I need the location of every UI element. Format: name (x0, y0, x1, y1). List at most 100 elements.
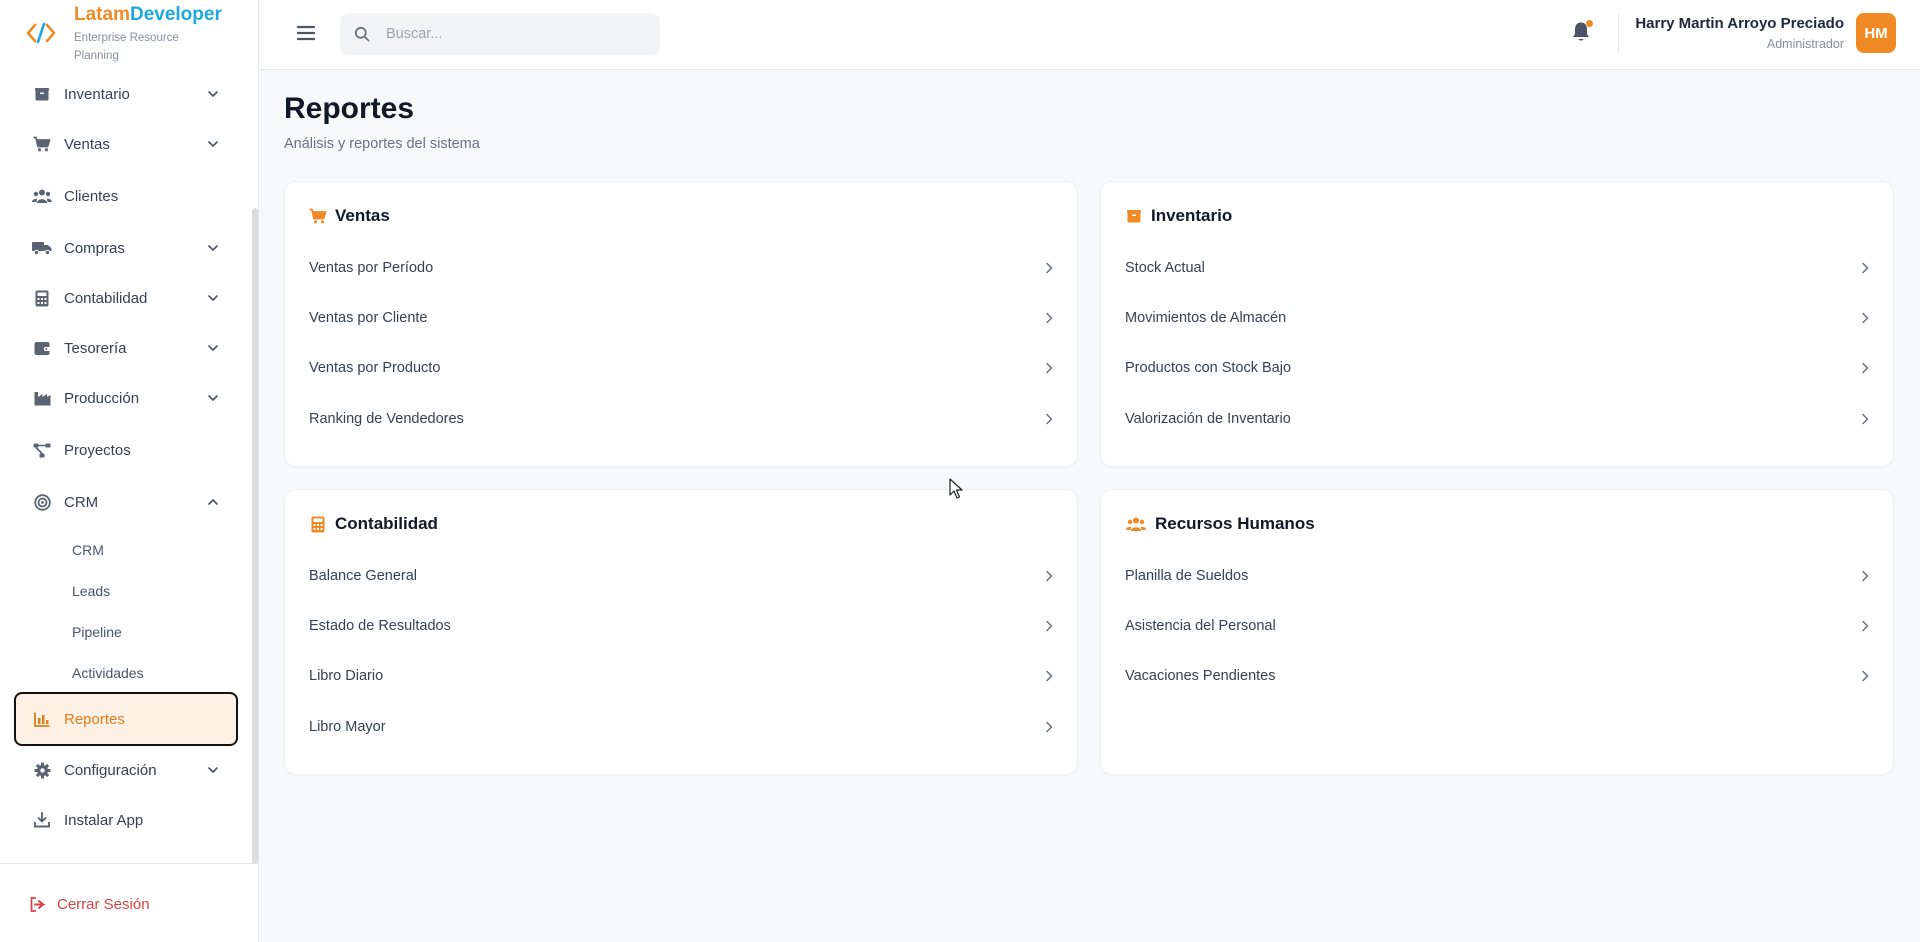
sidebar-item-inventario[interactable]: Inventario (14, 70, 238, 118)
chevron-right-icon (1862, 670, 1869, 682)
chevron-right-icon (1046, 570, 1053, 582)
calculator-icon (309, 515, 327, 533)
avatar[interactable]: HM (1856, 13, 1896, 53)
card-title: Ventas (335, 206, 390, 225)
sidebar-subitem-crm[interactable]: CRM (72, 542, 104, 558)
brand-logo-icon (26, 22, 56, 44)
report-link[interactable]: Libro Diario (309, 656, 1055, 696)
box-icon (32, 84, 52, 104)
report-card-inventario: Inventario Stock Actual Movimientos de A… (1100, 181, 1894, 467)
report-link-label: Movimientos de Almacén (1125, 310, 1287, 326)
target-icon (32, 492, 52, 512)
sidebar-item-label: Proyectos (64, 441, 131, 459)
chevron-right-icon (1046, 413, 1053, 425)
sidebar-item-compras[interactable]: Compras (14, 224, 238, 272)
gear-icon (32, 760, 52, 780)
truck-icon (32, 238, 52, 258)
cart-icon (309, 207, 327, 225)
search-input[interactable] (386, 13, 646, 55)
sidebar-subitem-leads[interactable]: Leads (72, 583, 110, 599)
search-box[interactable] (340, 13, 660, 55)
chevron-right-icon (1862, 362, 1869, 374)
user-name[interactable]: Harry Martin Arroyo Preciado (1635, 15, 1844, 32)
chevron-right-icon (1862, 262, 1869, 274)
report-link[interactable]: Ranking de Vendedores (309, 399, 1055, 439)
factory-icon (32, 388, 52, 408)
sidebar-item-clientes[interactable]: Clientes (14, 172, 238, 220)
logout-button[interactable]: Cerrar Sesión (30, 896, 150, 913)
users-icon (1125, 515, 1147, 533)
logout-section: Cerrar Sesión (0, 863, 259, 942)
chevron-down-icon (208, 141, 218, 147)
report-link[interactable]: Movimientos de Almacén (1125, 298, 1871, 338)
report-card-contabilidad: Contabilidad Balance General Estado de R… (284, 489, 1078, 775)
report-link-label: Valorización de Inventario (1125, 411, 1291, 427)
chevron-down-icon (208, 345, 218, 351)
chevron-right-icon (1862, 413, 1869, 425)
report-link[interactable]: Asistencia del Personal (1125, 606, 1871, 646)
report-link-label: Ventas por Cliente (309, 310, 428, 326)
header-divider (1618, 14, 1619, 54)
sidebar-item-instalar-app[interactable]: Instalar App (14, 796, 238, 844)
sidebar-item-contabilidad[interactable]: Contabilidad (14, 274, 238, 322)
brand-name: LatamDeveloper (74, 4, 222, 25)
sidebar-item-crm[interactable]: CRM (14, 478, 238, 526)
sidebar-subitem-actividades[interactable]: Actividades (72, 665, 144, 681)
sidebar-item-tesoreria[interactable]: Tesorería (14, 324, 238, 372)
chevron-right-icon (1046, 620, 1053, 632)
sidebar-item-label: Configuración (64, 761, 157, 779)
report-link-label: Ventas por Período (309, 260, 434, 276)
sidebar-subitem-pipeline[interactable]: Pipeline (72, 624, 122, 640)
sidebar-item-ventas[interactable]: Ventas (14, 120, 238, 168)
chevron-right-icon (1046, 262, 1053, 274)
report-link[interactable]: Ventas por Período (309, 248, 1055, 288)
sidebar-item-label: Instalar App (64, 811, 144, 829)
card-header: Contabilidad (309, 514, 438, 534)
report-link[interactable]: Estado de Resultados (309, 606, 1055, 646)
sidebar-item-proyectos[interactable]: Proyectos (14, 426, 238, 474)
report-link[interactable]: Valorización de Inventario (1125, 399, 1871, 439)
report-link[interactable]: Ventas por Producto (309, 348, 1055, 388)
report-link-label: Ventas por Producto (309, 360, 441, 376)
report-link-label: Estado de Resultados (309, 618, 451, 634)
calculator-icon (32, 288, 52, 308)
download-icon (32, 810, 52, 830)
chevron-right-icon (1862, 620, 1869, 632)
users-icon (32, 186, 52, 206)
brand[interactable]: LatamDeveloper Enterprise Resource Plann… (0, 0, 259, 68)
sidebar-item-label: Ventas (64, 135, 110, 153)
report-link[interactable]: Productos con Stock Bajo (1125, 348, 1871, 388)
report-link-label: Stock Actual (1125, 260, 1205, 276)
sidebar-item-reportes[interactable]: Reportes (14, 692, 238, 746)
diagram-icon (32, 440, 52, 460)
report-link-label: Ranking de Vendedores (309, 411, 464, 427)
card-title: Recursos Humanos (1155, 514, 1315, 533)
sidebar-item-label: Contabilidad (64, 289, 148, 307)
sidebar-scrollbar[interactable] (252, 208, 258, 864)
chevron-down-icon (208, 395, 218, 401)
card-header: Inventario (1125, 206, 1232, 226)
report-link[interactable]: Ventas por Cliente (309, 298, 1055, 338)
sidebar-item-configuracion[interactable]: Configuración (14, 746, 238, 794)
chevron-up-icon (208, 499, 218, 505)
sidebar-item-label: Clientes (64, 187, 119, 205)
chevron-down-icon (208, 245, 218, 251)
chart-icon (32, 709, 52, 729)
report-link[interactable]: Planilla de Sueldos (1125, 556, 1871, 596)
report-link[interactable]: Vacaciones Pendientes (1125, 656, 1871, 696)
top-header: Harry Martin Arroyo Preciado Administrad… (260, 0, 1920, 70)
sidebar-item-produccion[interactable]: Producción (14, 374, 238, 422)
hamburger-menu-icon[interactable] (294, 22, 318, 44)
card-header: Ventas (309, 206, 390, 226)
sidebar-item-label: CRM (64, 493, 99, 511)
notification-badge (1586, 20, 1593, 27)
report-link[interactable]: Libro Mayor (309, 707, 1055, 747)
search-icon (354, 26, 370, 42)
chevron-right-icon (1046, 721, 1053, 733)
report-card-recursos-humanos: Recursos Humanos Planilla de Sueldos Asi… (1100, 489, 1894, 775)
sidebar-item-label: Producción (64, 389, 140, 407)
report-link[interactable]: Balance General (309, 556, 1055, 596)
report-link[interactable]: Stock Actual (1125, 248, 1871, 288)
user-role: Administrador (1766, 37, 1844, 51)
report-link-label: Libro Mayor (309, 719, 386, 735)
